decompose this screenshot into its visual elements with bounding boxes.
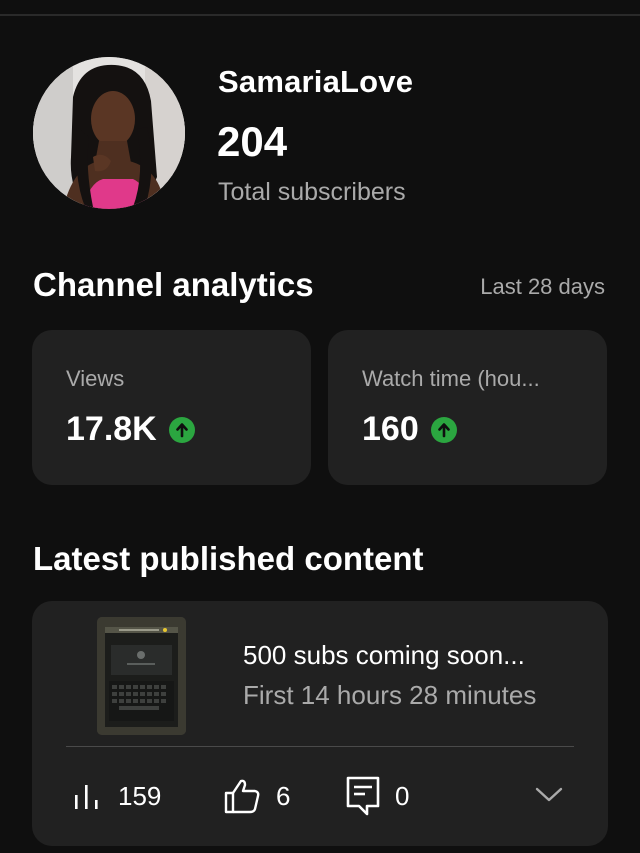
chevron-down-icon[interactable] — [534, 785, 564, 805]
thumbnail-image — [97, 617, 186, 735]
avatar-image — [33, 57, 185, 209]
channel-avatar[interactable] — [33, 57, 185, 209]
watch-time-metric-card[interactable]: Watch time (hou... 160 — [328, 330, 607, 485]
arrow-up-circle-icon — [430, 416, 457, 443]
metric-label: Views — [66, 366, 125, 391]
likes-count: 6 — [276, 780, 291, 811]
metric-value: 160 — [362, 410, 419, 448]
subscriber-count: 204 — [217, 118, 288, 165]
video-title[interactable]: 500 subs coming soon... — [243, 640, 525, 671]
top-divider — [0, 14, 640, 16]
channel-analytics-title: Channel analytics — [33, 266, 314, 303]
comment-icon — [346, 776, 380, 816]
metric-value-row: 160 — [362, 410, 457, 449]
bar-chart-icon — [75, 785, 98, 809]
arrow-up-circle-icon — [168, 416, 195, 443]
latest-content-title: Latest published content — [33, 540, 424, 577]
subscriber-label: Total subscribers — [218, 178, 406, 206]
comments-count: 0 — [395, 780, 410, 811]
views-stat: 159 — [72, 774, 161, 818]
views-count: 159 — [118, 780, 162, 811]
likes-stat: 6 — [222, 774, 290, 818]
thumbs-up-icon — [224, 779, 260, 814]
video-performance-meta: First 14 hours 28 minutes — [243, 680, 537, 710]
views-metric-card[interactable]: Views 17.8K — [32, 330, 311, 485]
metric-value-row: 17.8K — [66, 410, 195, 449]
video-thumbnail[interactable] — [97, 617, 186, 735]
latest-video-card[interactable]: 500 subs coming soon... First 14 hours 2… — [32, 601, 608, 846]
date-range-label[interactable]: Last 28 days — [480, 274, 605, 300]
channel-name: SamariaLove — [218, 64, 414, 99]
card-divider — [66, 746, 574, 747]
metric-label: Watch time (hou... — [362, 366, 540, 391]
metric-value: 17.8K — [66, 410, 157, 448]
comments-stat: 0 — [345, 774, 409, 818]
